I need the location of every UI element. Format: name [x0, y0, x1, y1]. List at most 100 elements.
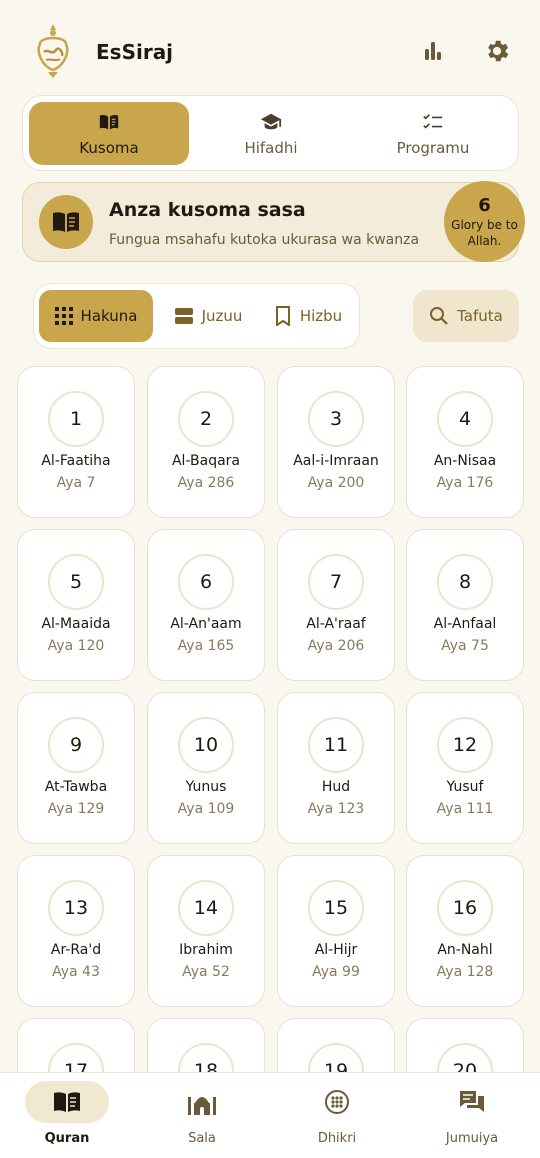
surah-card[interactable]: 13 Ar-Ra'd Aya 43	[17, 855, 135, 1007]
surah-name: An-Nisaa	[433, 453, 497, 469]
surah-ayah-count: Aya 200	[307, 475, 365, 491]
surah-ayah-count: Aya 43	[52, 964, 100, 980]
surah-card[interactable]: 8 Al-Anfaal Aya 75	[406, 529, 524, 681]
surah-card[interactable]: 20	[406, 1018, 524, 1072]
surah-ayah-count: Aya 286	[177, 475, 235, 491]
surah-number: 13	[48, 880, 104, 936]
search-button[interactable]: Tafuta	[413, 290, 519, 342]
nav-dhikri-label: Dhikri	[317, 1131, 357, 1146]
surah-number: 2	[178, 391, 234, 447]
surah-number: 12	[437, 717, 493, 773]
surah-number: 4	[437, 391, 493, 447]
surah-card[interactable]: 2 Al-Baqara Aya 286	[147, 366, 265, 518]
nav-dhikri[interactable]: Dhikri	[282, 1081, 392, 1153]
surah-ayah-count: Aya 99	[312, 964, 360, 980]
surah-ayah-count: Aya 128	[436, 964, 494, 980]
tab-hifadhi-label: Hifadhi	[244, 138, 298, 157]
nav-sala-label: Sala	[188, 1131, 216, 1146]
book-icon	[39, 195, 93, 249]
surah-number: 20	[437, 1043, 493, 1072]
surah-number: 10	[178, 717, 234, 773]
nav-jumuiya-label: Jumuiya	[445, 1131, 499, 1146]
bar-chart-icon[interactable]	[418, 36, 448, 66]
layers-icon	[174, 308, 193, 324]
surah-card[interactable]: 12 Yusuf Aya 111	[406, 692, 524, 844]
surah-name: At-Tawba	[44, 779, 108, 795]
surah-name: An-Nahl	[437, 942, 493, 958]
gear-icon[interactable]	[482, 36, 512, 66]
surah-card[interactable]: 15 Al-Hijr Aya 99	[277, 855, 395, 1007]
surah-card[interactable]: 14 Ibrahim Aya 52	[147, 855, 265, 1007]
tab-programu[interactable]: Programu	[353, 102, 513, 165]
surah-card[interactable]: 6 Al-An'aam Aya 165	[147, 529, 265, 681]
nav-quran-label: Quran	[44, 1131, 90, 1146]
surah-card[interactable]: 1 Al-Faatiha Aya 7	[17, 366, 135, 518]
surah-name: Al-Hijr	[314, 942, 358, 958]
tab-kusoma[interactable]: Kusoma	[29, 102, 189, 165]
filter-hakuna[interactable]: Hakuna	[39, 290, 153, 342]
surah-name: Al-A'raaf	[306, 616, 366, 632]
checklist-icon	[423, 113, 443, 129]
surah-card[interactable]: 11 Hud Aya 123	[277, 692, 395, 844]
tab-programu-label: Programu	[396, 138, 470, 157]
app-header: EsSiraj	[0, 0, 540, 96]
tab-kusoma-label: Kusoma	[79, 138, 139, 157]
filter-juzuu-label: Juzuu	[201, 307, 243, 325]
surah-card[interactable]: 17	[17, 1018, 135, 1072]
nav-jumuiya[interactable]: Jumuiya	[417, 1081, 527, 1153]
surah-card[interactable]: 19	[277, 1018, 395, 1072]
surah-ayah-count: Aya 176	[436, 475, 494, 491]
search-label: Tafuta	[457, 307, 503, 325]
surah-number: 18	[178, 1043, 234, 1072]
surah-number: 6	[178, 554, 234, 610]
surah-card[interactable]: 9 At-Tawba Aya 129	[17, 692, 135, 844]
surah-name: Ar-Ra'd	[50, 942, 102, 958]
nav-sala[interactable]: Sala	[147, 1081, 257, 1153]
bottom-navigation: Quran Sala Dhikri Jumuiya	[0, 1072, 540, 1158]
surah-card[interactable]: 10 Yunus Aya 109	[147, 692, 265, 844]
filter-juzuu[interactable]: Juzuu	[160, 290, 256, 342]
surah-ayah-count: Aya 111	[436, 801, 494, 817]
surah-ayah-count: Aya 123	[307, 801, 365, 817]
surah-card[interactable]: 18	[147, 1018, 265, 1072]
surah-number: 1	[48, 391, 104, 447]
grid-icon	[54, 307, 73, 325]
surah-ayah-count: Aya 7	[56, 475, 96, 491]
graduation-cap-icon	[260, 113, 282, 129]
tab-hifadhi[interactable]: Hifadhi	[191, 102, 351, 165]
surah-card[interactable]: 7 Al-A'raaf Aya 206	[277, 529, 395, 681]
badge-count: 6	[478, 194, 491, 216]
surah-ayah-count: Aya 52	[182, 964, 230, 980]
filter-hizbu[interactable]: Hizbu	[262, 290, 354, 342]
surah-name: Al-Faatiha	[41, 453, 111, 469]
surah-ayah-count: Aya 120	[47, 638, 105, 654]
surah-number: 19	[308, 1043, 364, 1072]
surah-card[interactable]: 5 Al-Maaida Aya 120	[17, 529, 135, 681]
surah-grid: 1 Al-Faatiha Aya 7 2 Al-Baqara Aya 286 3 Aal-i-…	[0, 364, 540, 1072]
surah-card[interactable]: 3 Aal-i-Imraan Aya 200	[277, 366, 395, 518]
surah-card[interactable]: 4 An-Nisaa Aya 176	[406, 366, 524, 518]
surah-number: 11	[308, 717, 364, 773]
surah-name: Al-Anfaal	[433, 616, 497, 632]
surah-card[interactable]: 16 An-Nahl Aya 128	[406, 855, 524, 1007]
view-filter: Hakuna Juzuu Hizbu	[33, 283, 360, 349]
surah-ayah-count: Aya 165	[177, 638, 235, 654]
surah-name: Al-An'aam	[170, 616, 242, 632]
banner-title: Anza kusoma sasa	[109, 199, 306, 221]
surah-name: Yusuf	[446, 779, 484, 795]
tasbih-icon	[325, 1090, 349, 1114]
surah-number: 17	[48, 1043, 104, 1072]
open-book-icon	[99, 114, 119, 129]
dhikr-counter-badge[interactable]: 6 Glory be to Allah.	[444, 181, 525, 262]
filter-hizbu-label: Hizbu	[299, 307, 343, 325]
surah-number: 8	[437, 554, 493, 610]
bookmark-icon	[275, 306, 290, 326]
nav-quran[interactable]: Quran	[12, 1081, 122, 1153]
mode-segmented-control: Kusoma Hifadhi Programu	[22, 95, 519, 171]
surah-number: 15	[308, 880, 364, 936]
surah-number: 16	[437, 880, 493, 936]
surah-ayah-count: Aya 129	[47, 801, 105, 817]
search-icon	[430, 307, 448, 325]
surah-number: 9	[48, 717, 104, 773]
app-title: EsSiraj	[96, 40, 174, 64]
